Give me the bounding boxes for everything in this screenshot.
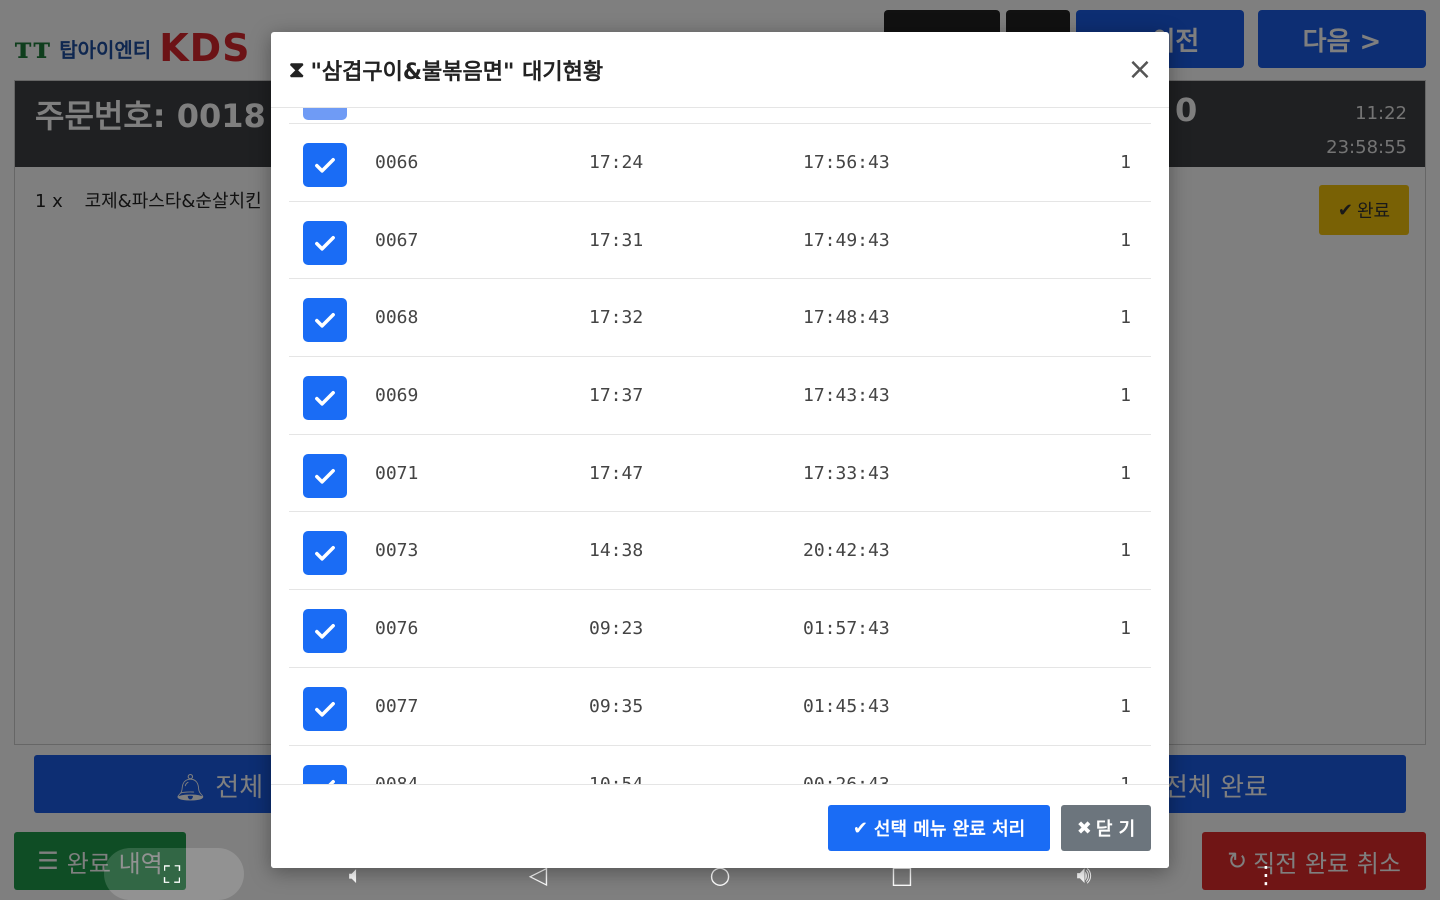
modal-header: ⧗ "삼겹구이&불볶음면" 대기현황 × (271, 32, 1169, 108)
check-icon (315, 546, 335, 562)
close-button[interactable]: ✖ 닫 기 (1061, 805, 1151, 851)
order-time: 10:54 (589, 773, 644, 785)
list-item[interactable]: 0068 17:32 17:48:43 1 (289, 279, 1151, 358)
close-x-icon: ✖ (1076, 817, 1092, 839)
check-icon (315, 468, 335, 484)
order-no: 0076 (375, 618, 419, 640)
list-item[interactable]: 0073 14:38 20:42:43 1 (289, 512, 1151, 591)
order-time: 17:24 (589, 152, 644, 173)
quantity: 1 (1120, 695, 1131, 717)
checkbox[interactable] (303, 453, 347, 498)
check-icon: ✔ (852, 817, 868, 839)
quantity: 1 (1120, 307, 1131, 329)
check-icon (315, 391, 335, 406)
wait-duration: 17:33:43 (803, 462, 890, 484)
order-time: 09:35 (589, 695, 644, 717)
order-no: 0077 (375, 695, 419, 717)
checkbox[interactable] (303, 531, 347, 576)
waiting-list[interactable]: 0066 17:24 17:56:43 1 0067 17:31 17:49:43 1 0068… (289, 108, 1151, 784)
screenshot-icon[interactable]: ⛶ (152, 858, 192, 892)
checkbox[interactable] (303, 609, 347, 654)
order-time: 09:23 (589, 618, 644, 640)
check-icon (315, 701, 335, 717)
order-time: 17:31 (589, 229, 644, 251)
list-item[interactable]: 0077 09:35 01:45:43 1 (289, 668, 1151, 746)
list-item-partial (289, 108, 1151, 124)
order-no: 0073 (375, 540, 419, 562)
check-icon (315, 235, 335, 251)
modal-footer: ✔ 선택 메뉴 완료 처리 ✖ 닫 기 (271, 784, 1169, 868)
more-vert-icon[interactable]: ⋮ (1246, 858, 1286, 892)
wait-duration: 17:43:43 (803, 385, 890, 407)
wait-duration: 20:42:43 (803, 540, 890, 562)
checkbox[interactable] (303, 298, 347, 343)
wait-duration: 01:45:43 (803, 695, 890, 717)
close-icon[interactable]: × (1125, 52, 1155, 87)
checkbox[interactable] (303, 108, 347, 120)
order-no: 0069 (375, 385, 419, 407)
check-icon (315, 624, 335, 639)
order-no: 0084 (375, 773, 419, 785)
check-icon (315, 158, 335, 173)
list-item[interactable]: 0076 09:23 01:57:43 1 (289, 590, 1151, 668)
quantity: 1 (1120, 385, 1131, 407)
waiting-status-modal: ⧗ "삼겹구이&불볶음면" 대기현황 × 0066 17:24 17:56:43 1 0… (271, 32, 1169, 868)
wait-duration: 17:56:43 (803, 152, 890, 173)
complete-selected-button[interactable]: ✔ 선택 메뉴 완료 처리 (828, 805, 1050, 851)
list-item[interactable]: 0066 17:24 17:56:43 1 (289, 124, 1151, 202)
modal-title-text: "삼겹구이&불볶음면" 대기현황 (310, 60, 604, 85)
order-time: 17:47 (589, 462, 644, 484)
quantity: 1 (1120, 229, 1131, 251)
hourglass-icon: ⧗ (289, 57, 305, 83)
order-no: 0066 (375, 152, 419, 173)
checkbox[interactable] (303, 143, 347, 187)
modal-title: ⧗ "삼겹구이&불볶음면" 대기현황 (289, 54, 603, 86)
list-item[interactable]: 0069 17:37 17:43:43 1 (289, 357, 1151, 435)
list-item[interactable]: 0071 17:47 17:33:43 1 (289, 435, 1151, 513)
quantity: 1 (1120, 618, 1131, 640)
check-icon (327, 779, 335, 784)
list-item[interactable]: 0067 17:31 17:49:43 1 (289, 202, 1151, 280)
list-item[interactable]: 0084 10:54 00:26:43 1 (289, 746, 1151, 785)
order-time: 17:37 (589, 385, 644, 407)
checkbox[interactable] (303, 376, 347, 421)
checkbox[interactable] (303, 220, 347, 265)
wait-duration: 17:48:43 (803, 307, 890, 329)
checkbox[interactable] (303, 764, 347, 784)
checkbox[interactable] (303, 686, 347, 731)
order-no: 0068 (375, 307, 419, 329)
wait-duration: 01:57:43 (803, 618, 890, 640)
wait-duration: 00:26:43 (803, 773, 890, 785)
waiting-rows: 0066 17:24 17:56:43 1 0067 17:31 17:49:43 1 0068… (289, 124, 1151, 784)
wait-duration: 17:49:43 (803, 229, 890, 251)
quantity: 1 (1120, 152, 1131, 173)
check-icon (315, 313, 335, 328)
quantity: 1 (1120, 540, 1131, 562)
order-time: 14:38 (589, 540, 644, 562)
quantity: 1 (1120, 773, 1131, 785)
order-no: 0071 (375, 462, 419, 484)
quantity: 1 (1120, 462, 1131, 484)
order-no: 0067 (375, 229, 419, 251)
order-time: 17:32 (589, 307, 644, 329)
